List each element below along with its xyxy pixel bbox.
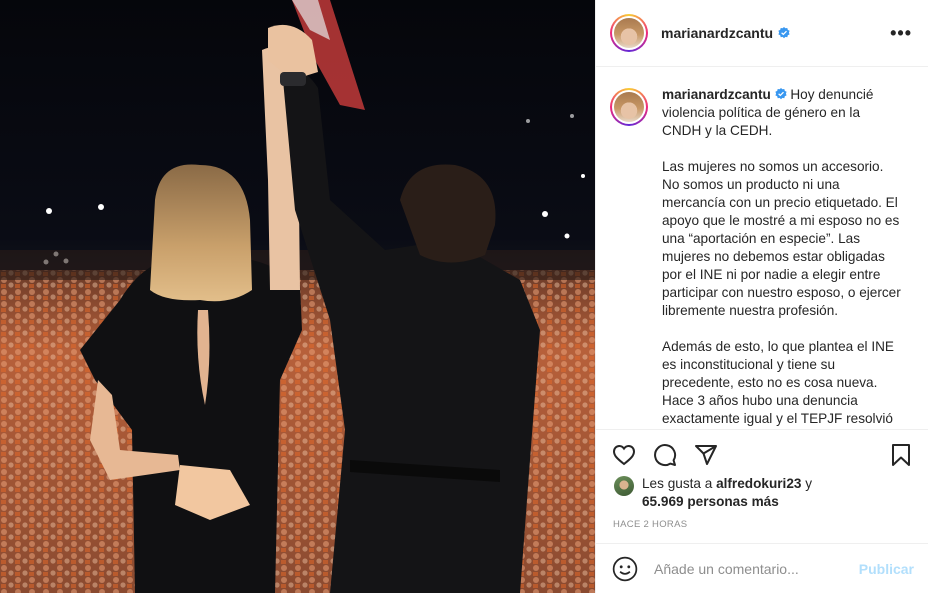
bookmark-icon[interactable]	[888, 442, 914, 468]
post-side-panel: marianardzcantu ••• marianardzcantu Hoy …	[595, 0, 928, 593]
caption-username[interactable]: marianardzcantu	[662, 87, 771, 102]
emoji-icon[interactable]	[612, 556, 638, 582]
comment-bar: Publicar	[596, 543, 928, 593]
post-photo[interactable]	[0, 0, 595, 593]
post-image	[0, 0, 595, 593]
caption-section: marianardzcantu Hoy denuncié violencia p…	[596, 68, 928, 429]
post-timestamp[interactable]: HACE 2 HORAS	[613, 519, 687, 530]
liker-avatar[interactable]	[614, 476, 634, 496]
caption-author-avatar[interactable]	[610, 88, 648, 126]
likes-summary: Les gusta a alfredokuri23 y 65.969 perso…	[614, 475, 912, 511]
verified-badge-icon	[778, 27, 790, 39]
likes-prefix: Les gusta a	[642, 476, 717, 491]
author-username[interactable]: marianardzcantu	[661, 25, 773, 41]
publish-button[interactable]: Publicar	[859, 561, 914, 577]
caption-text: marianardzcantu Hoy denuncié violencia p…	[662, 86, 902, 429]
more-options-icon[interactable]: •••	[890, 23, 912, 44]
comment-input[interactable]	[654, 560, 859, 577]
caption-paragraph-2: Las mujeres no somos un accesorio. No so…	[662, 159, 901, 318]
likes-connector: y	[801, 476, 813, 491]
heart-icon[interactable]	[611, 442, 637, 468]
share-icon[interactable]	[693, 442, 719, 468]
action-bar	[596, 429, 928, 479]
caption-verified-icon	[774, 88, 787, 100]
caption-paragraph-3: Además de esto, lo que plantea el INE es…	[662, 339, 894, 426]
author-avatar[interactable]	[610, 14, 648, 52]
likes-count[interactable]: 65.969 personas más	[642, 494, 779, 509]
comment-icon[interactable]	[652, 442, 678, 468]
post-header: marianardzcantu •••	[596, 0, 928, 67]
liker-username[interactable]: alfredokuri23	[716, 476, 801, 491]
